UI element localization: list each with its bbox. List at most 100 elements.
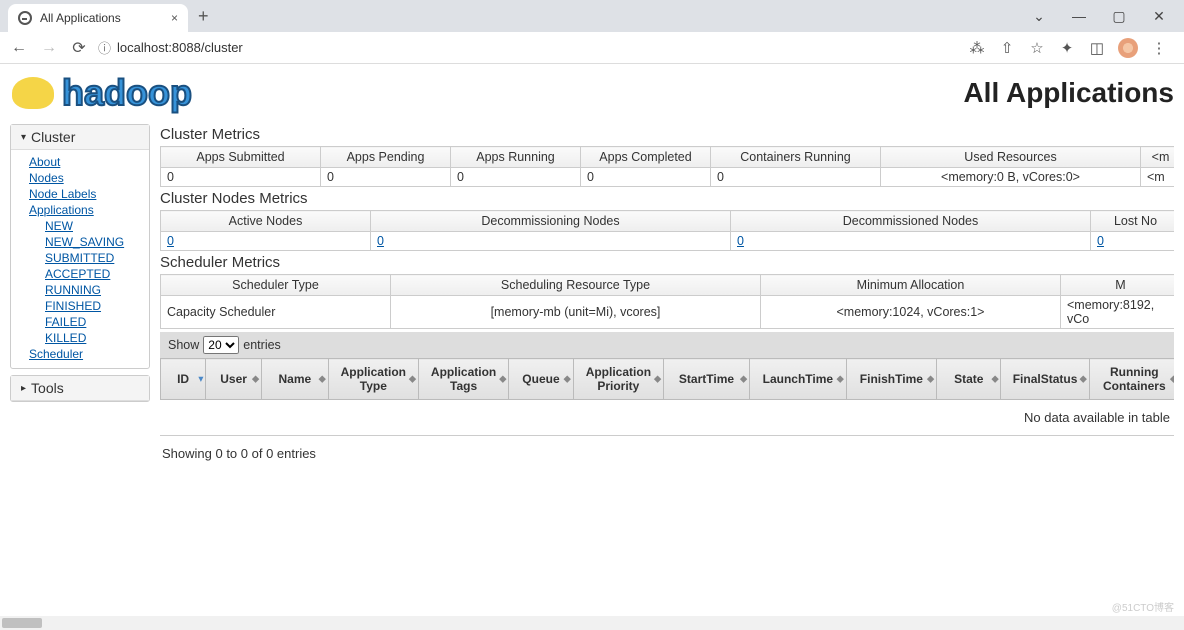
cluster-label: Cluster <box>31 129 75 145</box>
th-start-time[interactable]: StartTime◆ <box>664 359 750 400</box>
logo-text: hadoop <box>62 72 192 114</box>
sidebar-app-new[interactable]: NEW <box>45 218 139 234</box>
forward-button[interactable]: → <box>38 39 60 57</box>
td-apps-completed: 0 <box>581 168 711 187</box>
sidebar-link-scheduler[interactable]: Scheduler <box>29 346 139 362</box>
lost-link[interactable]: 0 <box>1097 234 1104 248</box>
cluster-metrics-title: Cluster Metrics <box>160 126 1174 143</box>
tab-title: All Applications <box>40 11 121 25</box>
th-decommissioning: Decommissioning Nodes <box>371 211 731 232</box>
th-running-containers[interactable]: Running Containers◆ <box>1089 359 1174 400</box>
sidebar-link-nodes[interactable]: Nodes <box>29 170 139 186</box>
sidebar-link-about[interactable]: About <box>29 154 139 170</box>
cluster-metrics-table: Apps Submitted Apps Pending Apps Running… <box>160 146 1174 187</box>
sidebar-app-new-saving[interactable]: NEW_SAVING <box>45 234 139 250</box>
decommissioning-link[interactable]: 0 <box>377 234 384 248</box>
scrollbar-thumb[interactable] <box>2 618 42 628</box>
td-min-alloc: <memory:1024, vCores:1> <box>761 296 1061 329</box>
sort-asc-icon: ▾ <box>199 376 204 383</box>
th-name[interactable]: Name◆ <box>262 359 329 400</box>
sidebar-link-node-labels[interactable]: Node Labels <box>29 186 139 202</box>
show-suffix: entries <box>243 338 281 352</box>
new-tab-button[interactable]: + <box>198 6 209 27</box>
translate-icon[interactable]: ⁂ <box>968 39 986 57</box>
bookmark-icon[interactable]: ☆ <box>1028 39 1046 57</box>
hadoop-logo: hadoop <box>10 72 192 114</box>
th-app-priority[interactable]: Application Priority◆ <box>573 359 663 400</box>
globe-icon <box>18 11 32 25</box>
sidebar-app-killed[interactable]: KILLED <box>45 330 139 346</box>
td-overflow: <m <box>1141 168 1175 187</box>
side-panel-icon[interactable]: ◫ <box>1088 39 1106 57</box>
th-apps-running: Apps Running <box>451 147 581 168</box>
sidebar-app-finished[interactable]: FINISHED <box>45 298 139 314</box>
sort-icon: ◆ <box>654 376 661 383</box>
td-apps-submitted: 0 <box>161 168 321 187</box>
th-app-tags[interactable]: Application Tags◆ <box>418 359 508 400</box>
entries-select[interactable]: 20 <box>203 336 239 354</box>
page-title: All Applications <box>963 77 1174 109</box>
sidebar-app-running[interactable]: RUNNING <box>45 282 139 298</box>
sidebar-app-failed[interactable]: FAILED <box>45 314 139 330</box>
show-prefix: Show <box>168 338 199 352</box>
close-icon[interactable]: ✕ <box>1146 8 1172 25</box>
profile-avatar[interactable] <box>1118 38 1138 58</box>
th-final-status[interactable]: FinalStatus◆ <box>1001 359 1089 400</box>
sort-icon: ◆ <box>319 376 326 383</box>
th-user[interactable]: User◆ <box>206 359 262 400</box>
sidebar-tools-header[interactable]: ▸ Tools <box>11 376 149 401</box>
toolbar-right: ⁂ ⇧ ☆ ✦ ◫ ⋮ <box>968 38 1176 58</box>
maximize-icon[interactable]: ▢ <box>1106 8 1132 25</box>
sort-icon: ◆ <box>927 376 934 383</box>
watermark: @51CTO博客 <box>1112 599 1174 614</box>
browser-tab[interactable]: All Applications × <box>8 4 188 32</box>
th-resource-type: Scheduling Resource Type <box>391 275 761 296</box>
sidebar-link-applications[interactable]: Applications <box>29 202 139 218</box>
th-apps-submitted: Apps Submitted <box>161 147 321 168</box>
sort-icon: ◆ <box>564 376 571 383</box>
td-max-alloc: <memory:8192, vCo <box>1061 296 1175 329</box>
sort-icon: ◆ <box>1170 376 1174 383</box>
th-used-resources: Used Resources <box>881 147 1141 168</box>
extensions-icon[interactable]: ✦ <box>1058 39 1076 57</box>
th-containers-running: Containers Running <box>711 147 881 168</box>
th-apps-pending: Apps Pending <box>321 147 451 168</box>
th-active-nodes: Active Nodes <box>161 211 371 232</box>
sidebar-app-submitted[interactable]: SUBMITTED <box>45 250 139 266</box>
th-state[interactable]: State◆ <box>937 359 1001 400</box>
sidebar-cluster-header[interactable]: ▾ Cluster <box>11 125 149 150</box>
caret-down-icon: ▾ <box>21 132 26 143</box>
show-entries: Show 20 entries <box>160 332 1174 358</box>
sidebar-app-accepted[interactable]: ACCEPTED <box>45 266 139 282</box>
chevron-down-icon[interactable]: ⌄ <box>1026 8 1052 25</box>
decommissioned-link[interactable]: 0 <box>737 234 744 248</box>
sort-icon: ◆ <box>252 376 259 383</box>
active-nodes-link[interactable]: 0 <box>167 234 174 248</box>
th-queue[interactable]: Queue◆ <box>509 359 573 400</box>
back-button[interactable]: ← <box>8 39 30 57</box>
showing-info: Showing 0 to 0 of 0 entries <box>160 436 1174 471</box>
sort-icon: ◆ <box>837 376 844 383</box>
sort-icon: ◆ <box>740 376 747 383</box>
share-icon[interactable]: ⇧ <box>998 39 1016 57</box>
th-app-type[interactable]: Application Type◆ <box>328 359 418 400</box>
main-content: Cluster Metrics Apps Submitted Apps Pend… <box>160 124 1174 471</box>
browser-tab-bar: All Applications × + ⌄ — ▢ ✕ <box>0 0 1184 32</box>
th-id[interactable]: ID ▾ <box>161 359 206 400</box>
sort-icon: ◆ <box>499 376 506 383</box>
close-tab-icon[interactable]: × <box>171 11 178 25</box>
window-controls: ⌄ — ▢ ✕ <box>1026 8 1184 25</box>
th-launch-time[interactable]: LaunchTime◆ <box>749 359 846 400</box>
scheduler-metrics-title: Scheduler Metrics <box>160 254 1174 271</box>
page-content: hadoop All Applications ▾ Cluster About … <box>0 64 1184 479</box>
td-active-nodes: 0 <box>161 232 371 251</box>
site-info-icon[interactable]: ⓘ <box>98 38 111 57</box>
th-finish-time[interactable]: FinishTime◆ <box>846 359 936 400</box>
td-decommissioning: 0 <box>371 232 731 251</box>
url-input[interactable]: ⓘ localhost:8088/cluster <box>98 38 960 57</box>
menu-icon[interactable]: ⋮ <box>1150 39 1168 57</box>
horizontal-scrollbar[interactable] <box>0 616 1184 630</box>
reload-button[interactable]: ⟳ <box>68 38 90 58</box>
minimize-icon[interactable]: — <box>1066 8 1092 24</box>
th-lost: Lost No <box>1091 211 1175 232</box>
